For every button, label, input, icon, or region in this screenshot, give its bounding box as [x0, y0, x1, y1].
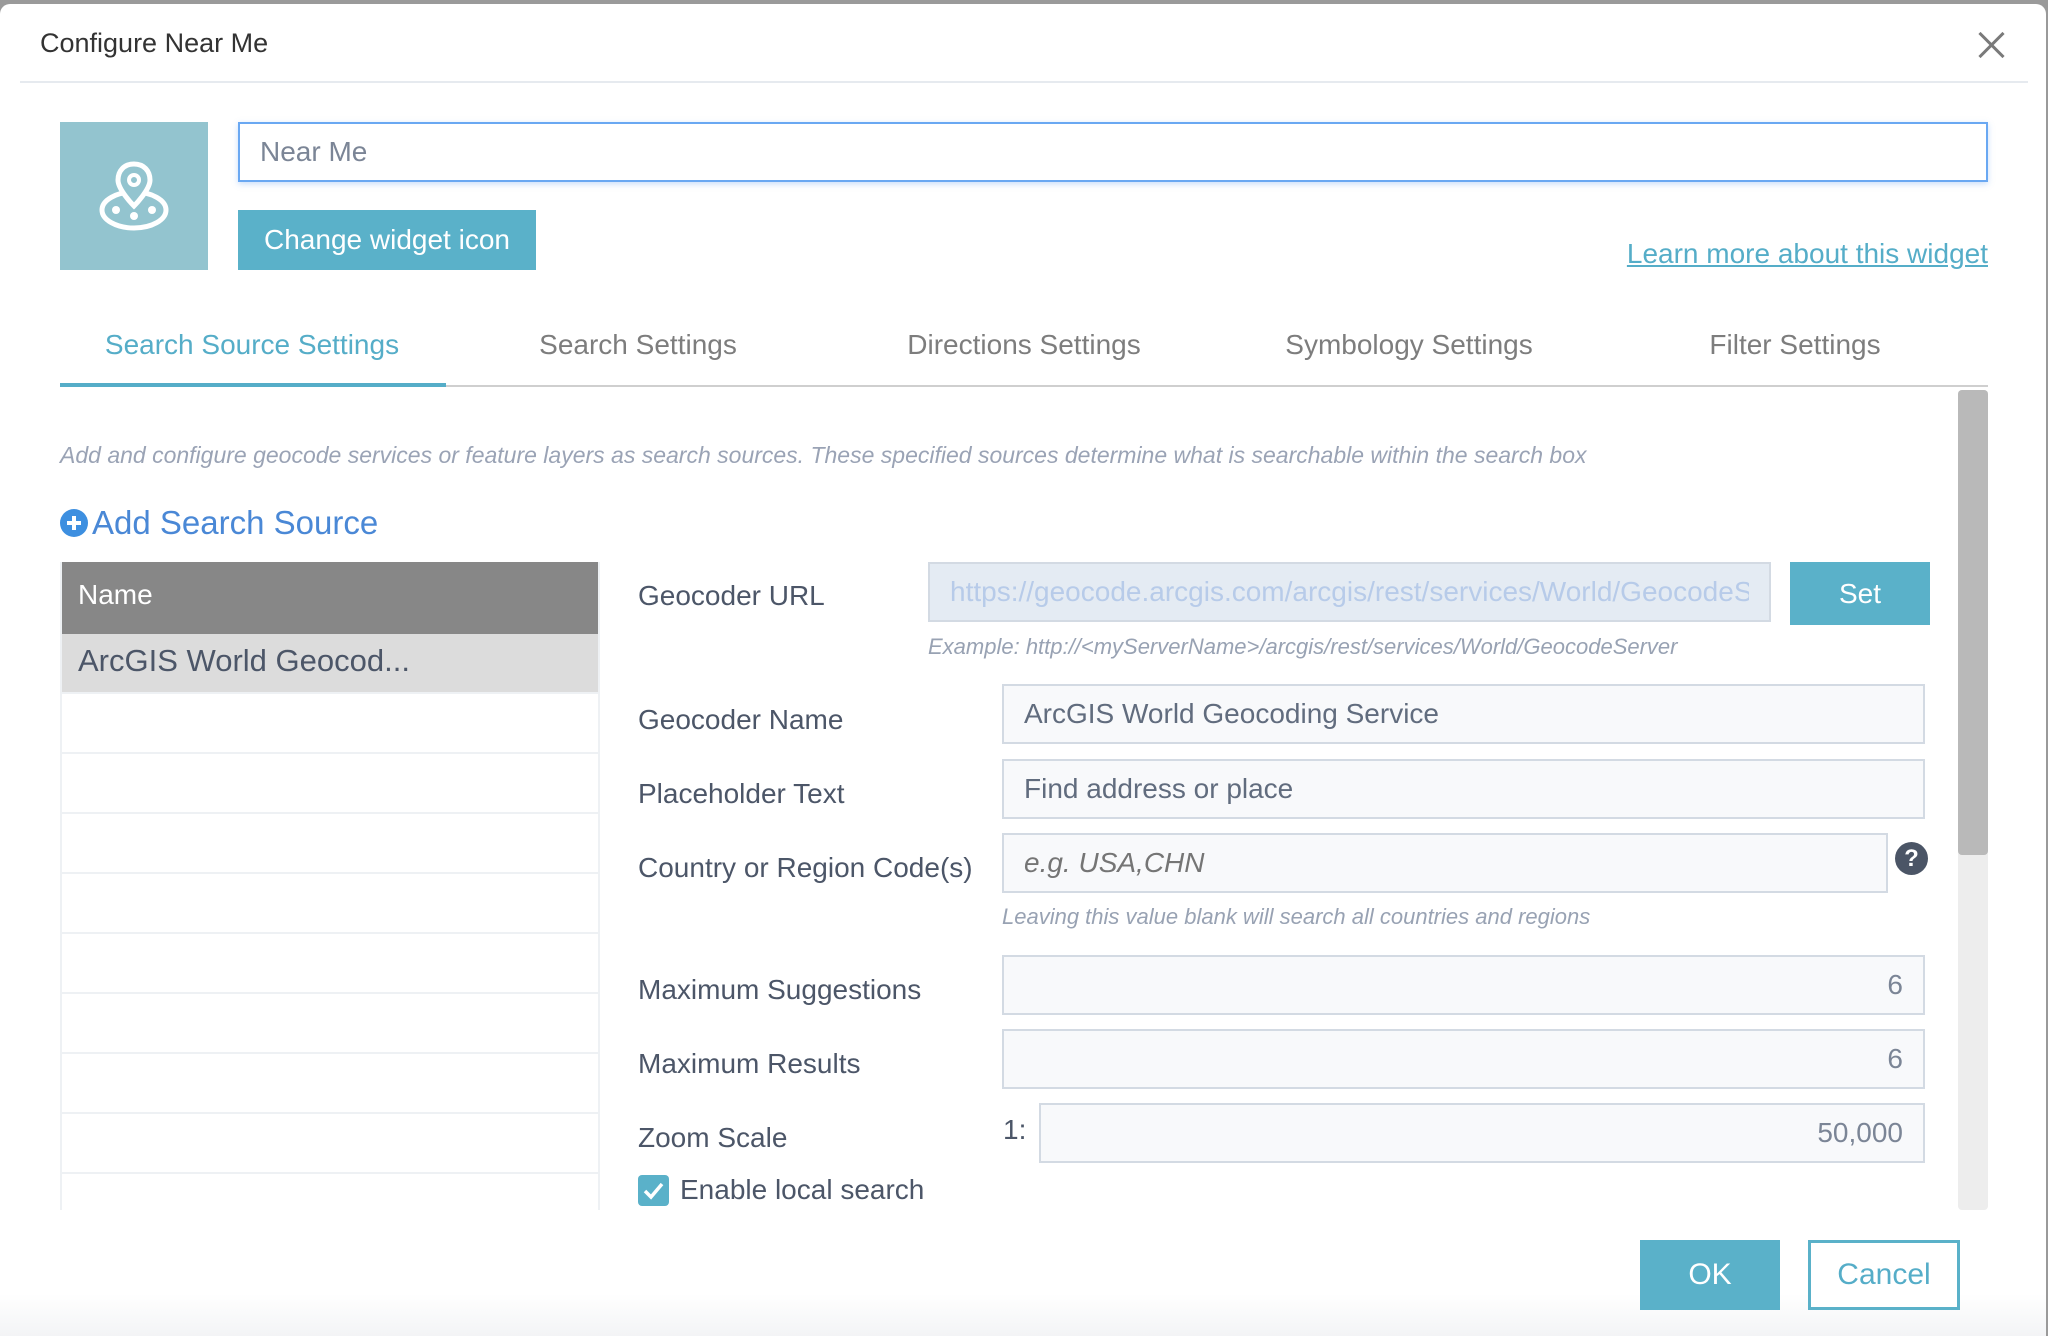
table-row-empty [62, 1114, 598, 1174]
search-source-table: Name ArcGIS World Geocod... [60, 562, 600, 1210]
geocoder-name-label: Geocoder Name [638, 704, 844, 735]
table-row[interactable]: ArcGIS World Geocod... [62, 634, 598, 694]
tab-filter-settings[interactable]: Filter Settings [1709, 329, 1880, 361]
max-results-label: Maximum Results [638, 1048, 861, 1079]
zoom-scale-label: Zoom Scale [638, 1122, 788, 1153]
tab-directions-settings[interactable]: Directions Settings [907, 329, 1140, 361]
max-suggestions-label: Maximum Suggestions [638, 974, 922, 1005]
table-row-empty [62, 814, 598, 874]
location-pin-radius-icon [99, 161, 169, 231]
geocoder-url-input[interactable] [928, 562, 1771, 622]
country-codes-hint: Leaving this value blank will search all… [1002, 904, 1591, 929]
zoom-scale-prefix: 1: [1003, 1114, 1027, 1145]
widget-name-input[interactable] [238, 122, 1988, 182]
max-suggestions-input[interactable] [1002, 955, 1925, 1015]
section-description: Add and configure geocode services or fe… [60, 442, 1587, 468]
local-search-checkbox[interactable] [638, 1175, 669, 1206]
tab-search-settings[interactable]: Search Settings [539, 329, 737, 361]
tab-symbology-settings[interactable]: Symbology Settings [1285, 329, 1532, 361]
table-row-empty [62, 754, 598, 814]
scrollbar-thumb[interactable] [1958, 390, 1988, 855]
active-tab-indicator [60, 383, 446, 387]
cancel-button[interactable]: Cancel [1808, 1240, 1960, 1310]
change-widget-icon-button[interactable]: Change widget icon [238, 210, 536, 270]
table-row-empty [62, 874, 598, 934]
tab-search-source-settings[interactable]: Search Source Settings [105, 329, 399, 361]
table-row-empty [62, 694, 598, 754]
close-icon[interactable] [1974, 28, 2008, 62]
table-header-name: Name [62, 562, 598, 634]
header-divider [20, 81, 2028, 83]
configure-dialog: Configure Near Me Change widget icon Lea… [0, 4, 2046, 1336]
ok-button[interactable]: OK [1640, 1240, 1780, 1310]
dialog-title: Configure Near Me [40, 28, 269, 58]
checkmark-icon [643, 1182, 664, 1200]
placeholder-text-label: Placeholder Text [638, 778, 845, 809]
geocoder-url-example: Example: http://<myServerName>/arcgis/re… [928, 634, 1678, 659]
learn-more-link[interactable]: Learn more about this widget [1627, 238, 1988, 270]
geocoder-url-label: Geocoder URL [638, 580, 825, 611]
placeholder-text-input[interactable] [1002, 759, 1925, 819]
local-search-label: Enable local search [680, 1174, 925, 1205]
zoom-scale-input[interactable] [1039, 1103, 1925, 1163]
country-codes-label: Country or Region Code(s) [638, 852, 973, 883]
plus-circle-icon [60, 509, 88, 537]
add-search-source-button[interactable]: Add Search Source [60, 504, 378, 542]
country-codes-input[interactable] [1002, 833, 1888, 893]
table-row-empty [62, 1054, 598, 1114]
max-results-input[interactable] [1002, 1029, 1925, 1089]
table-row-empty [62, 994, 598, 1054]
add-search-source-label: Add Search Source [92, 504, 379, 541]
table-row-empty [62, 934, 598, 994]
set-url-button[interactable]: Set [1790, 562, 1930, 625]
table-row-empty [62, 1174, 598, 1210]
widget-icon-preview [60, 122, 208, 270]
geocoder-name-input[interactable] [1002, 684, 1925, 744]
help-icon[interactable]: ? [1895, 842, 1928, 875]
